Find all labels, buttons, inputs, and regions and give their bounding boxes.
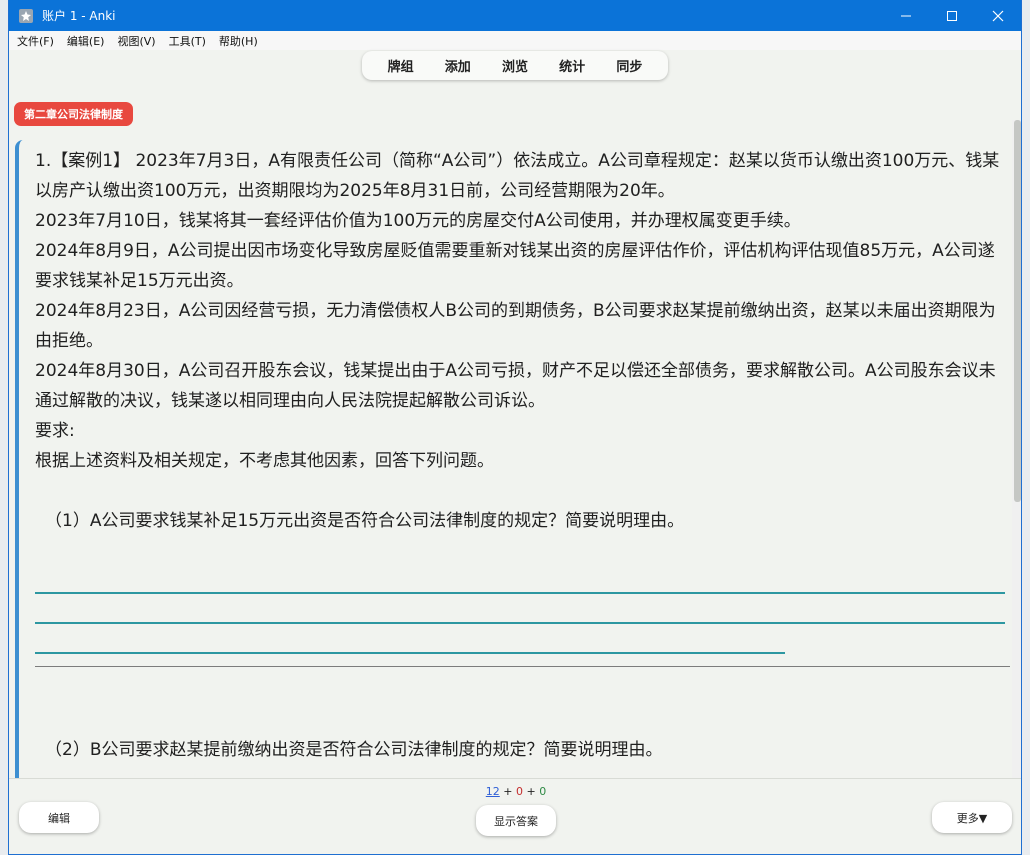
menu-file[interactable]: 文件(F) <box>17 33 54 49</box>
maximize-button[interactable] <box>929 0 975 31</box>
menu-view[interactable]: 视图(V) <box>117 33 155 49</box>
count-learn: 0 <box>516 785 523 798</box>
minimize-icon <box>901 15 911 16</box>
card-paragraph: 1.【案例1】 2023年7月3日，A有限责任公司（简称“A公司”）依法成立。A… <box>35 151 1000 201</box>
card-content: 1.【案例1】 2023年7月3日，A有限责任公司（简称“A公司”）依法成立。A… <box>15 140 1010 778</box>
menu-tools[interactable]: 工具(T) <box>169 33 206 49</box>
card-paragraph: 根据上述资料及相关规定，不考虑其他因素，回答下列问题。 <box>35 451 494 471</box>
card-paragraph: 2024年8月23日，A公司因经营亏损，无力清偿债权人B公司的到期债务，B公司要… <box>35 301 996 351</box>
main-toolbar: 牌组 添加 浏览 统计 同步 <box>362 51 668 80</box>
toolbar-decks[interactable]: 牌组 <box>388 56 414 75</box>
question-2: （2）B公司要求赵某提前缴纳出资是否符合公司法律制度的规定？简要说明理由。 <box>45 740 663 760</box>
toolbar-sync[interactable]: 同步 <box>616 56 642 75</box>
menu-help[interactable]: 帮助(H) <box>219 33 258 49</box>
card-paragraph: 2024年8月30日，A公司召开股东会议，钱某提出由于A公司亏损，财产不足以偿还… <box>35 361 996 411</box>
maximize-icon <box>947 10 957 21</box>
scrollbar-thumb[interactable] <box>1014 120 1021 502</box>
close-button[interactable] <box>975 0 1021 31</box>
count-new[interactable]: 12 <box>486 785 500 798</box>
window-title: 账户 1 - Anki <box>42 9 116 23</box>
minimize-button[interactable] <box>883 0 929 31</box>
anki-star-icon <box>19 8 33 23</box>
question-1: （1）A公司要求钱某补足15万元出资是否符合公司法律制度的规定？简要说明理由。 <box>45 511 685 531</box>
plus-sign: + <box>526 785 536 798</box>
toolbar-stats[interactable]: 统计 <box>559 56 585 75</box>
toolbar-add[interactable]: 添加 <box>445 56 471 75</box>
toolbar-browse[interactable]: 浏览 <box>502 56 528 75</box>
title-bar: 账户 1 - Anki <box>9 0 1021 31</box>
edit-button[interactable]: 编辑 <box>19 802 99 833</box>
card-paragraph: 2023年7月10日，钱某将其一套经评估价值为100万元的房屋交付A公司使用，并… <box>35 211 801 231</box>
menu-bar: 文件(F) 编辑(E) 视图(V) 工具(T) 帮助(H) <box>9 31 1021 50</box>
more-button[interactable]: 更多▼ <box>932 802 1012 833</box>
due-counts: 12 + 0 + 0 <box>9 785 1021 798</box>
answer-line <box>35 652 785 654</box>
count-review: 0 <box>539 785 547 798</box>
menu-edit[interactable]: 编辑(E) <box>67 33 105 49</box>
card-paragraph: 2024年8月9日，A公司提出因市场变化导致房屋贬值需要重新对钱某出资的房屋评估… <box>35 241 995 291</box>
close-icon <box>992 10 1004 21</box>
card-tag: 第二章公司法律制度 <box>14 102 133 126</box>
anki-window: 账户 1 - Anki 文件(F) 编辑(E) 视图(V) 工具(T) 帮助(H… <box>8 0 1022 855</box>
review-area: 第二章公司法律制度 1.【案例1】 2023年7月3日，A有限责任公司（简称“A… <box>9 82 1021 778</box>
plus-sign: + <box>503 785 513 798</box>
scrollbar[interactable] <box>1012 120 1021 778</box>
card-paragraph: 要求: <box>35 421 75 441</box>
bottom-bar: 12 + 0 + 0 编辑 显示答案 更多▼ <box>9 778 1021 854</box>
show-answer-button[interactable]: 显示答案 <box>476 805 556 836</box>
